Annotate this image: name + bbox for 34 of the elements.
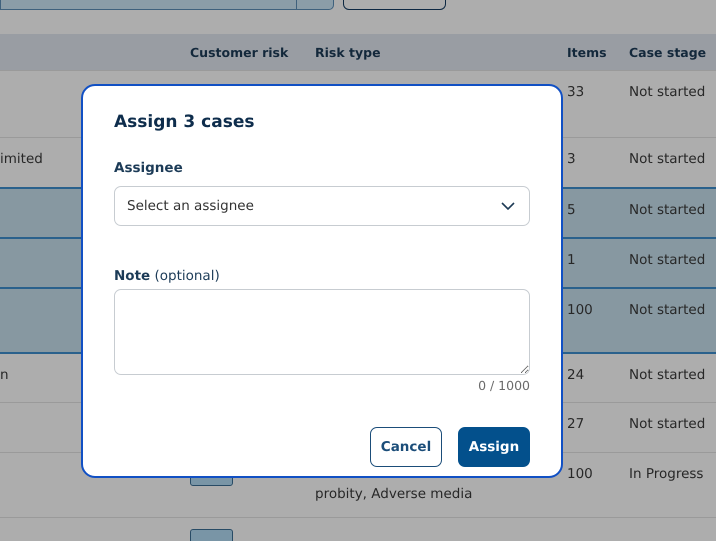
table-cell: 3 [567,151,576,167]
column-header[interactable]: Customer risk [190,44,288,60]
column-header[interactable]: Items [567,44,607,60]
table-cell: 100 [567,466,593,482]
dialog-title: Assign 3 cases [114,111,256,134]
assignee-dropdown[interactable]: Select an assignee [114,186,530,226]
field-label: Assignee [114,159,184,178]
toolbar-button[interactable] [343,0,446,10]
table-cell: 24 [567,367,584,383]
chevron-down-icon [501,202,515,210]
table-cell: Not started [629,416,706,432]
field-label: Note (optional) [114,267,221,286]
table-cell: n [0,367,9,383]
note-field[interactable] [114,289,530,375]
table-cell: Not started [629,151,706,167]
table-cell: Not started [629,302,706,318]
table-cell: In Progress [629,466,704,482]
column-header[interactable]: Case stage [629,44,706,60]
table-cell: Not started [629,202,706,218]
table-cell: imited [0,151,43,167]
table-cell: 33 [567,84,584,100]
cancel-button[interactable]: Cancel [370,427,442,467]
column-header[interactable]: Risk type [315,44,381,60]
table-cell: Not started [629,367,706,383]
assign-button[interactable]: Assign [458,427,530,467]
table-cell: 1 [567,252,576,268]
table-cell: 100 [567,302,593,318]
table-cell: Not started [629,84,706,100]
table-cell-text: probity, Adverse media [315,485,472,504]
search-field[interactable] [0,0,334,10]
character-counter: 0 / 1000 [478,378,530,393]
table-cell: Not started [629,252,706,268]
table-cell: 5 [567,202,576,218]
table-cell: 27 [567,416,584,432]
